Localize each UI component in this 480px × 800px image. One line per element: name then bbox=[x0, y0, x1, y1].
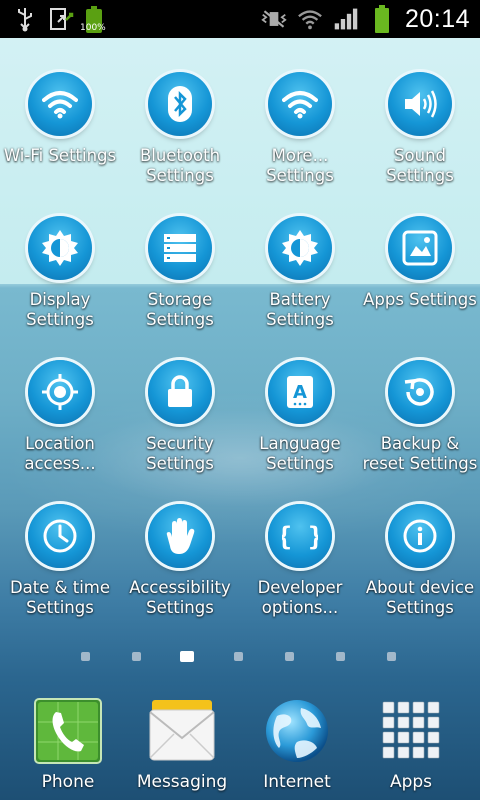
shortcut-backup-reset-settings[interactable]: Backup & reset Settings bbox=[360, 360, 480, 500]
shortcut-label: Developer options... bbox=[257, 578, 343, 617]
bluetooth-icon bbox=[148, 72, 212, 136]
signal-icon bbox=[333, 6, 359, 32]
battery-percentage: 100% bbox=[80, 23, 106, 33]
shortcut-label: Storage Settings bbox=[146, 290, 214, 329]
shortcut-date-time-settings[interactable]: Date & time Settings bbox=[0, 504, 120, 644]
shortcut-label: About device Settings bbox=[365, 578, 475, 617]
page-dot[interactable] bbox=[132, 652, 141, 661]
page-dot[interactable] bbox=[336, 652, 345, 661]
brightness-icon bbox=[268, 216, 332, 280]
status-bar: 100% 20:14 bbox=[0, 0, 480, 38]
battery-icon bbox=[369, 5, 395, 33]
shortcut-label: Apps Settings bbox=[363, 290, 477, 309]
shortcut-label: Security Settings bbox=[146, 434, 214, 473]
dock-label: Apps bbox=[389, 772, 433, 792]
svg-text:{ }: { } bbox=[282, 522, 318, 552]
page-dot[interactable] bbox=[285, 652, 294, 661]
dock-internet[interactable]: Internet bbox=[237, 690, 357, 800]
svg-text:A: A bbox=[293, 382, 307, 403]
shortcut-label: Language Settings bbox=[259, 434, 341, 473]
shortcut-location-access[interactable]: Location access... bbox=[0, 360, 120, 500]
shortcut-storage-settings[interactable]: Storage Settings bbox=[120, 216, 240, 356]
braces-icon: { } bbox=[268, 504, 332, 568]
dock-apps[interactable]: Apps bbox=[351, 690, 471, 800]
wifi-icon bbox=[297, 6, 323, 32]
download-icon bbox=[48, 6, 74, 32]
shortcut-label: Battery Settings bbox=[266, 290, 334, 329]
phone-icon bbox=[34, 698, 102, 764]
shortcut-developer-options[interactable]: { } Developer options... bbox=[240, 504, 360, 644]
wifi-icon bbox=[268, 72, 332, 136]
dock-label: Internet bbox=[263, 772, 331, 792]
shortcut-label: Backup & reset Settings bbox=[362, 434, 478, 473]
page-dot[interactable] bbox=[234, 652, 243, 661]
shortcut-label: Location access... bbox=[24, 434, 96, 473]
location-icon bbox=[28, 360, 92, 424]
globe-icon bbox=[263, 698, 331, 764]
apps-grid-icon bbox=[377, 698, 445, 764]
shortcut-more-settings[interactable]: More... Settings bbox=[240, 72, 360, 212]
shortcut-language-settings[interactable]: A Language Settings bbox=[240, 360, 360, 500]
dock-label: Messaging bbox=[136, 772, 228, 792]
dock-label: Phone bbox=[41, 772, 95, 792]
shortcut-label: Date & time Settings bbox=[9, 578, 111, 617]
wifi-icon bbox=[28, 72, 92, 136]
page-dot[interactable] bbox=[387, 652, 396, 661]
lock-icon bbox=[148, 360, 212, 424]
shortcut-accessibility-settings[interactable]: Accessibility Settings bbox=[120, 504, 240, 644]
shortcut-label: Display Settings bbox=[26, 290, 94, 329]
shortcut-apps-settings[interactable]: Apps Settings bbox=[360, 216, 480, 356]
shortcut-bluetooth-settings[interactable]: Bluetooth Settings bbox=[120, 72, 240, 212]
page-dot-active[interactable] bbox=[180, 651, 194, 662]
shortcut-wi-fi-settings[interactable]: Wi-Fi Settings bbox=[0, 72, 120, 212]
dock: Phone Messaging Internet Apps bbox=[0, 690, 480, 800]
brightness-icon bbox=[28, 216, 92, 280]
shortcut-about-device-settings[interactable]: About device Settings bbox=[360, 504, 480, 644]
speaker-icon bbox=[388, 72, 452, 136]
shortcut-battery-settings[interactable]: Battery Settings bbox=[240, 216, 360, 356]
dock-phone[interactable]: Phone bbox=[8, 690, 128, 800]
shortcut-label: Accessibility Settings bbox=[129, 578, 231, 617]
info-icon bbox=[388, 504, 452, 568]
shortcut-label: More... Settings bbox=[266, 146, 334, 185]
usb-icon bbox=[12, 6, 38, 32]
storage-icon bbox=[148, 216, 212, 280]
envelope-icon bbox=[148, 698, 216, 764]
shortcut-label: Wi-Fi Settings bbox=[3, 146, 117, 165]
shortcut-label: Bluetooth Settings bbox=[139, 146, 221, 185]
shortcut-display-settings[interactable]: Display Settings bbox=[0, 216, 120, 356]
vibrate-icon bbox=[261, 6, 287, 32]
shortcut-label: Sound Settings bbox=[386, 146, 454, 185]
battery-icon: 100% bbox=[80, 5, 106, 33]
hand-icon bbox=[148, 504, 212, 568]
shortcut-security-settings[interactable]: Security Settings bbox=[120, 360, 240, 500]
page-dot[interactable] bbox=[81, 652, 90, 661]
language-icon: A bbox=[268, 360, 332, 424]
clock-icon bbox=[28, 504, 92, 568]
clock-time: 20:14 bbox=[404, 4, 470, 33]
dock-messaging[interactable]: Messaging bbox=[122, 690, 242, 800]
backup-icon bbox=[388, 360, 452, 424]
apps-icon bbox=[388, 216, 452, 280]
shortcut-sound-settings[interactable]: Sound Settings bbox=[360, 72, 480, 212]
page-indicator bbox=[0, 648, 480, 668]
